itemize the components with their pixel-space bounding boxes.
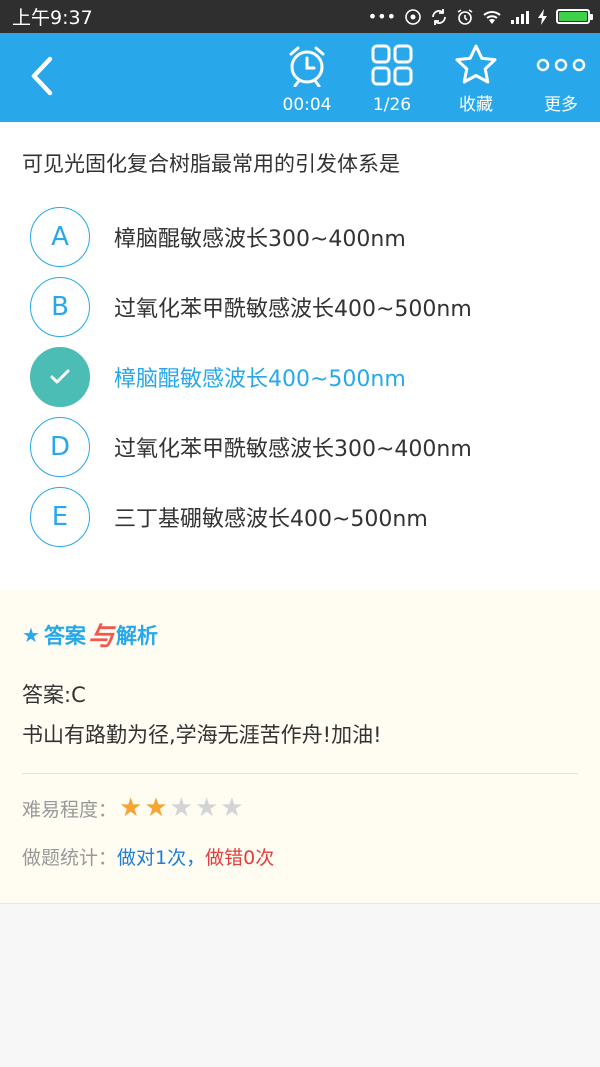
status-bar: 上午9:37 •••: [0, 0, 600, 33]
question-index-button[interactable]: 1/26: [352, 39, 432, 119]
option-d[interactable]: D 过氧化苯甲酰敏感波长300~400nm: [22, 412, 578, 482]
checkmark-icon: [50, 369, 70, 384]
option-d-text: 过氧化苯甲酰敏感波长300~400nm: [114, 437, 472, 462]
option-b-text: 过氧化苯甲酰敏感波长400~500nm: [114, 297, 472, 322]
option-a-text: 樟脑醌敏感波长300~400nm: [114, 227, 406, 252]
analysis-title-explanation: 解析: [115, 623, 158, 648]
option-a-letter: A: [30, 207, 90, 267]
explanation-text: 书山有路勤为径,学海无涯苦作舟!加油!: [22, 723, 382, 747]
alarm-clock-icon: [289, 46, 325, 87]
analysis-title-and: 与: [87, 622, 114, 652]
more-label: 更多: [544, 95, 578, 115]
more-button[interactable]: 更多: [521, 39, 600, 119]
status-time: 上午9:37: [12, 7, 93, 29]
signal-icon: [511, 10, 529, 24]
charging-icon: [538, 8, 547, 25]
timer-label: 00:04: [282, 95, 332, 115]
option-c[interactable]: 樟脑醌敏感波长400~500nm: [22, 342, 578, 412]
option-e[interactable]: E 三丁基硼敏感波长400~500nm: [22, 482, 578, 552]
option-e-text: 三丁基硼敏感波长400~500nm: [114, 507, 428, 532]
stats-wrong: 做错0次: [205, 846, 275, 869]
option-e-letter: E: [30, 487, 90, 547]
analysis-title: ★ 答案 与 解析: [22, 616, 578, 653]
more-dots-icon: •••: [367, 7, 396, 26]
stats-correct: 做对1次: [117, 846, 187, 869]
grid-icon: [371, 44, 413, 86]
option-d-letter: D: [30, 417, 90, 477]
question-text: 可见光固化复合树脂最常用的引发体系是: [22, 152, 400, 176]
question-panel: 可见光固化复合树脂最常用的引发体系是 A 樟脑醌敏感波长300~400nm B …: [0, 122, 600, 590]
favorite-label: 收藏: [459, 95, 493, 115]
more-options-icon: [536, 58, 586, 72]
option-c-text: 樟脑醌敏感波长400~500nm: [114, 367, 406, 392]
battery-icon: [556, 9, 593, 24]
alarm-status-icon: [457, 8, 473, 25]
option-c-selected: [30, 347, 90, 407]
star-empty-icon: ★: [169, 793, 193, 823]
status-icons: •••: [367, 7, 593, 26]
star-empty-icon: ★: [220, 793, 244, 823]
stats-label: 做题统计：: [22, 846, 118, 869]
progress-label: 1/26: [372, 95, 412, 115]
star-filled-icon: ★: [119, 793, 143, 823]
back-button[interactable]: [22, 51, 66, 101]
difficulty-stars: ★ ★ ★ ★ ★: [119, 795, 244, 821]
sync-icon: [432, 8, 446, 25]
stats-separator: ，: [186, 846, 206, 869]
stats-row: 做题统计： 做对1次 ， 做错0次: [22, 840, 578, 872]
difficulty-row: 难易程度： ★ ★ ★ ★ ★: [22, 792, 578, 824]
star-empty-icon: ★: [194, 793, 219, 823]
back-arrow-icon: [31, 56, 53, 96]
app-bar: 00:04 1/26 收藏 更多: [0, 33, 600, 122]
hotspot-icon: [405, 8, 421, 25]
option-b[interactable]: B 过氧化苯甲酰敏感波长400~500nm: [22, 272, 578, 342]
option-b-letter: B: [30, 277, 90, 337]
timer-button[interactable]: 00:04: [267, 39, 347, 119]
analysis-title-answer: 答案: [43, 623, 86, 648]
analysis-star-icon: ★: [22, 622, 40, 647]
star-filled-icon: ★: [144, 793, 168, 823]
favorite-button[interactable]: 收藏: [436, 39, 516, 119]
wifi-icon: [483, 10, 501, 24]
difficulty-label: 难易程度：: [22, 798, 118, 821]
star-outline-icon: [455, 44, 497, 84]
correct-answer: 答案:C: [22, 683, 86, 707]
divider: [22, 773, 578, 774]
analysis-panel: ★ 答案 与 解析 答案:C 书山有路勤为径,学海无涯苦作舟!加油! 难易程度：…: [0, 590, 600, 904]
option-a[interactable]: A 樟脑醌敏感波长300~400nm: [22, 202, 578, 272]
